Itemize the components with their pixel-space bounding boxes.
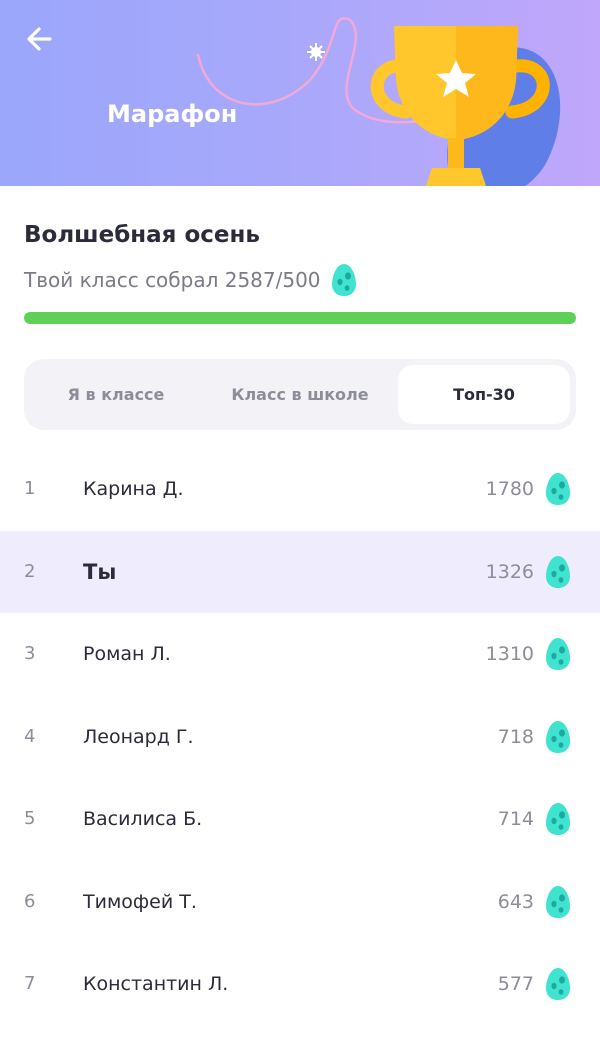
score: 643 <box>497 890 534 913</box>
leaderboard-row[interactable]: 7 Константин Л. 577 <box>0 943 600 1026</box>
score: 1326 <box>485 560 534 583</box>
player-name: Леонард Г. <box>83 725 194 748</box>
leaderboard-row[interactable]: 1 Карина Д. 1780 <box>0 448 600 531</box>
rank: 6 <box>24 890 36 912</box>
player-name: Карина Д. <box>83 478 184 500</box>
player-name: Тимофей Т. <box>83 890 197 913</box>
header-banner: Марафон <box>0 0 600 186</box>
leaderboard-row[interactable]: 5 Василиса Б. 714 <box>0 778 600 861</box>
player-name: Василиса Б. <box>83 808 203 830</box>
leaderboard-row[interactable]: 3 Роман Л. 1310 <box>0 613 600 696</box>
player-name: Константин Л. <box>83 973 229 995</box>
egg-icon <box>546 885 570 918</box>
progress-bar-fill <box>24 312 576 324</box>
score: 714 <box>497 808 534 830</box>
leaderboard-row-current-user[interactable]: 2 Ты 1326 <box>0 530 600 613</box>
egg-icon <box>546 473 570 505</box>
progress-bar <box>24 312 576 324</box>
leaderboard-row[interactable]: 4 Леонард Г. 718 <box>0 696 600 779</box>
egg-icon <box>546 968 570 1000</box>
tab-top-30[interactable]: Топ-30 <box>398 365 570 424</box>
tab-bar: Я в классе Класс в школе Топ-30 <box>24 359 576 430</box>
score: 1310 <box>485 643 534 665</box>
egg-icon <box>546 638 570 670</box>
progress-text: Твой класс собрал 2587/500 <box>24 268 321 292</box>
rank: 2 <box>24 560 36 582</box>
rank: 1 <box>24 478 36 499</box>
player-name: Ты <box>83 559 117 584</box>
progress-summary: Твой класс собрал 2587/500 <box>24 263 357 297</box>
rank: 5 <box>24 808 36 829</box>
rank: 4 <box>24 725 36 747</box>
player-name: Роман Л. <box>83 643 171 665</box>
rank: 7 <box>24 973 36 994</box>
egg-icon <box>331 264 356 296</box>
score: 1780 <box>485 478 534 500</box>
page-title: Марафон <box>107 100 238 128</box>
tab-class-in-school[interactable]: Класс в школе <box>212 365 388 424</box>
score: 718 <box>497 725 534 748</box>
marathon-title: Волшебная осень <box>24 222 260 248</box>
leaderboard-list: 1 Карина Д. 1780 2 Ты 1326 3 Роман Л. 13… <box>0 448 600 1026</box>
trophy-icon <box>370 26 550 186</box>
arrow-left-icon <box>27 27 52 51</box>
rank: 3 <box>24 643 36 664</box>
egg-icon <box>546 720 570 753</box>
sparkle-icon <box>307 43 325 61</box>
egg-icon <box>546 803 570 835</box>
tab-me-in-class[interactable]: Я в классе <box>28 365 204 424</box>
back-button[interactable] <box>22 22 62 56</box>
egg-icon <box>546 555 570 588</box>
leaderboard-row[interactable]: 6 Тимофей Т. 643 <box>0 861 600 944</box>
score: 577 <box>497 973 534 995</box>
